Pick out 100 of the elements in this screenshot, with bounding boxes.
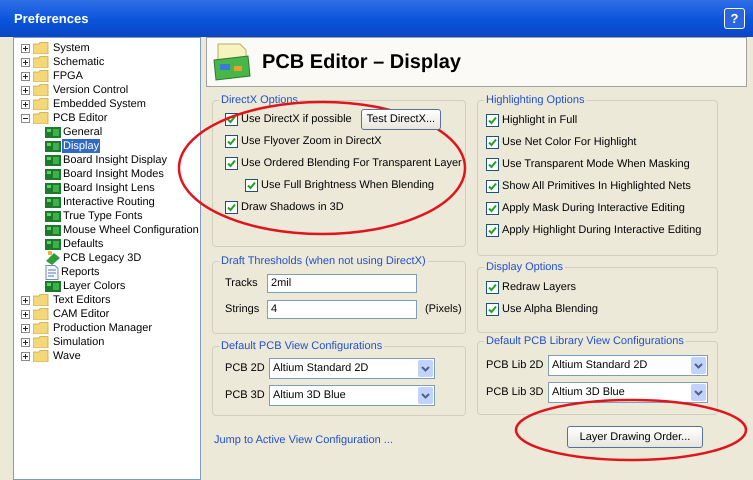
checkbox-label: Draw Shadows in 3D bbox=[241, 200, 344, 215]
board-icon bbox=[45, 280, 61, 292]
folder-icon bbox=[33, 70, 49, 82]
tree-item[interactable]: Board Insight Lens bbox=[62, 181, 156, 195]
page-title: PCB Editor – Display bbox=[262, 50, 461, 75]
tree-item[interactable]: Text Editors bbox=[52, 293, 112, 307]
expander-icon[interactable] bbox=[21, 310, 30, 318]
field-label: Strings bbox=[225, 302, 260, 317]
help-button[interactable]: ? bbox=[724, 8, 745, 29]
checkbox[interactable] bbox=[486, 302, 499, 316]
tree-item[interactable]: True Type Fonts bbox=[62, 209, 144, 223]
group-title: Default PCB Library View Configurations bbox=[484, 334, 686, 348]
expander-icon[interactable] bbox=[21, 114, 30, 122]
board-icon bbox=[45, 168, 61, 180]
tree-item[interactable]: Mouse Wheel Configuration bbox=[62, 223, 200, 237]
tree-item[interactable]: Reports bbox=[60, 265, 101, 279]
checkbox[interactable] bbox=[486, 224, 499, 236]
expander-icon[interactable] bbox=[21, 352, 30, 360]
board-icon bbox=[45, 140, 61, 152]
tree-item[interactable]: PCB Legacy 3D bbox=[62, 251, 142, 265]
test-directx-button[interactable]: Test DirectX... bbox=[360, 108, 442, 130]
board-icon bbox=[45, 182, 61, 194]
expander-icon[interactable] bbox=[21, 58, 30, 66]
board-icon bbox=[45, 126, 61, 138]
folder-icon bbox=[33, 112, 49, 124]
select-label: PCB 3D bbox=[225, 388, 266, 404]
tree-item[interactable]: Defaults bbox=[62, 237, 104, 251]
tree-item[interactable]: System bbox=[52, 41, 91, 55]
checkbox-label: Use Transparent Mode When Masking bbox=[502, 156, 690, 172]
folder-icon bbox=[33, 84, 49, 96]
checkbox[interactable] bbox=[225, 134, 238, 148]
group-title: Draft Thresholds (when not using DirectX) bbox=[219, 254, 428, 268]
checkbox[interactable] bbox=[225, 156, 238, 170]
tree-item[interactable]: Production Manager bbox=[52, 321, 154, 335]
input-field[interactable]: 2mil bbox=[267, 274, 417, 292]
folder-icon bbox=[33, 308, 49, 320]
expander-icon[interactable] bbox=[21, 338, 30, 346]
tree-item[interactable]: Embedded System bbox=[52, 97, 147, 111]
expander-icon[interactable] bbox=[21, 44, 30, 52]
tree-item[interactable]: PCB Editor bbox=[52, 111, 108, 125]
board-icon bbox=[45, 196, 61, 208]
tree-item[interactable]: Schematic bbox=[52, 55, 106, 69]
tree-item[interactable]: Version Control bbox=[52, 83, 130, 97]
tree-item[interactable]: Simulation bbox=[52, 335, 106, 349]
expander-icon[interactable] bbox=[21, 72, 30, 80]
checkbox-label: Use Ordered Blending For Transparent Layer bbox=[241, 156, 462, 171]
checkbox[interactable] bbox=[486, 114, 499, 126]
dropdown[interactable]: Altium 3D Blue bbox=[269, 385, 435, 406]
board-icon bbox=[45, 210, 61, 222]
checkbox[interactable] bbox=[486, 202, 499, 214]
group-title: Default PCB View Configurations bbox=[219, 339, 384, 353]
tree-item[interactable]: Display bbox=[62, 139, 100, 153]
checkbox[interactable] bbox=[486, 158, 499, 170]
expander-icon[interactable] bbox=[21, 86, 30, 94]
checkbox[interactable] bbox=[486, 180, 499, 192]
folder-icon bbox=[33, 56, 49, 68]
checkbox-label: Use Alpha Blending bbox=[502, 302, 598, 317]
checkbox-label: Highlight in Full bbox=[502, 112, 578, 128]
dropdown[interactable]: Altium Standard 2D bbox=[548, 355, 708, 376]
expander-icon[interactable] bbox=[21, 100, 30, 108]
document-icon bbox=[45, 264, 59, 280]
board-icon bbox=[45, 238, 61, 250]
tree-item[interactable]: CAM Editor bbox=[52, 307, 110, 321]
group-title: Display Options bbox=[484, 260, 566, 274]
checkbox-label: Use DirectX if possible bbox=[241, 112, 352, 127]
expander-icon[interactable] bbox=[21, 296, 30, 304]
dropdown[interactable]: Altium 3D Blue bbox=[548, 382, 708, 403]
tree-item[interactable]: Board Insight Display bbox=[62, 153, 168, 167]
expander-icon[interactable] bbox=[21, 324, 30, 332]
folder-icon bbox=[33, 322, 49, 334]
checkbox-label: Apply Highlight During Interactive Editing bbox=[502, 222, 702, 238]
window-title: Preferences bbox=[14, 10, 88, 28]
checkbox-label: Apply Mask During Interactive Editing bbox=[502, 200, 685, 216]
checkbox-label: Show All Primitives In Highlighted Nets bbox=[502, 178, 691, 194]
select-label: PCB Lib 2D bbox=[486, 358, 544, 374]
input-field[interactable]: 4 bbox=[267, 300, 417, 318]
folder-icon bbox=[33, 42, 49, 54]
board-icon bbox=[45, 154, 61, 166]
checkbox[interactable] bbox=[245, 178, 258, 192]
board-icon bbox=[45, 251, 61, 265]
folder-icon bbox=[33, 350, 49, 362]
dropdown[interactable]: Altium Standard 2D bbox=[269, 358, 435, 379]
checkbox[interactable] bbox=[225, 200, 238, 214]
checkbox[interactable] bbox=[486, 136, 499, 148]
tree-item[interactable]: Wave bbox=[52, 349, 82, 363]
checkbox-label: Redraw Layers bbox=[502, 280, 576, 295]
layer-drawing-order-button[interactable]: Layer Drawing Order... bbox=[567, 426, 703, 448]
checkbox-label: Use Flyover Zoom in DirectX bbox=[241, 134, 382, 149]
select-label: PCB 2D bbox=[225, 361, 266, 376]
select-label: PCB Lib 3D bbox=[486, 385, 544, 400]
jump-link[interactable]: Jump to Active View Configuration ... bbox=[214, 432, 393, 448]
tree-item[interactable]: Interactive Routing bbox=[62, 195, 156, 209]
tree-item[interactable]: Layer Colors bbox=[62, 279, 126, 293]
tree-item[interactable]: FPGA bbox=[52, 69, 84, 83]
folder-icon bbox=[33, 336, 49, 348]
field-label: Tracks bbox=[225, 276, 259, 291]
tree-item[interactable]: General bbox=[62, 125, 104, 139]
folder-icon bbox=[33, 294, 49, 306]
tree-item[interactable]: Board Insight Modes bbox=[62, 167, 165, 181]
checkbox[interactable] bbox=[486, 280, 499, 294]
